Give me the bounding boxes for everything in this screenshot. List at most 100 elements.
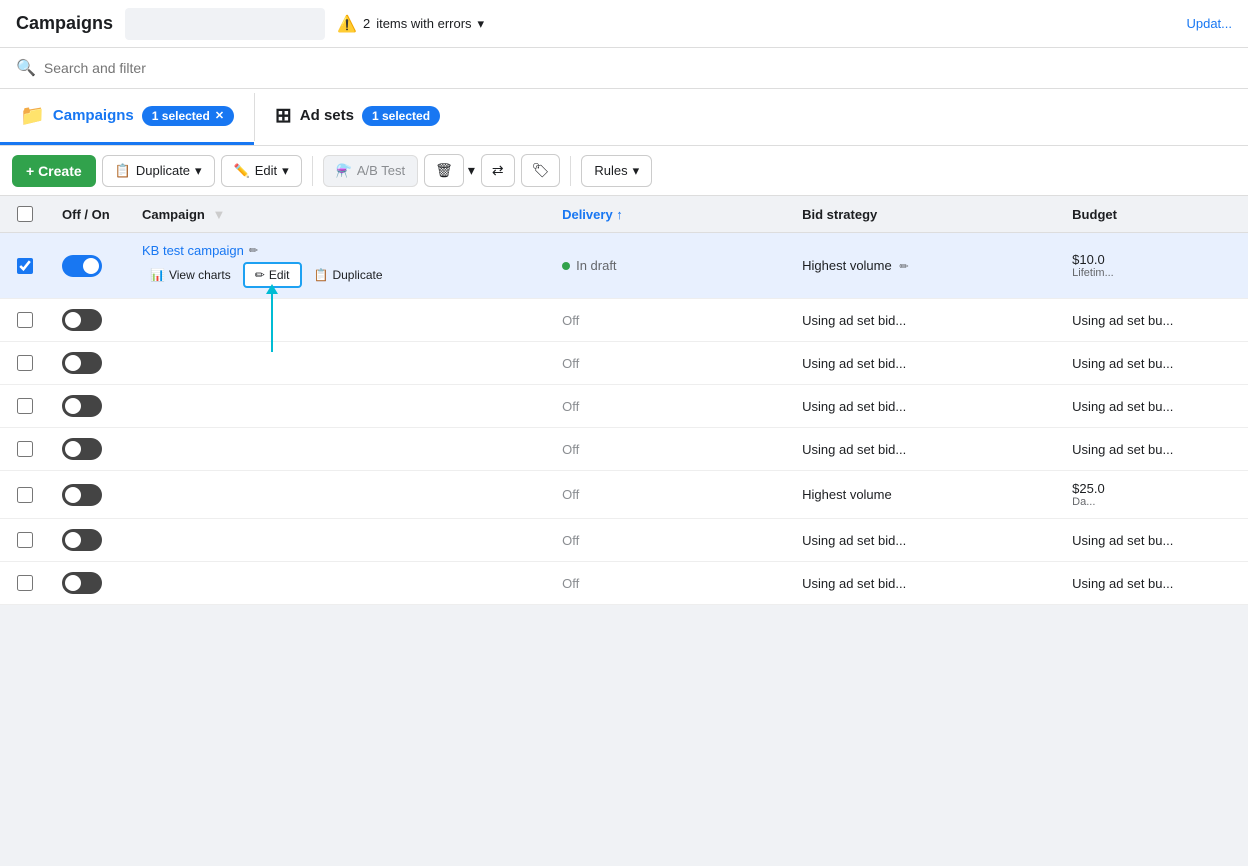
cyan-arrow-head bbox=[266, 284, 278, 294]
table-row: Off Using ad set bid... Using ad set bu.… bbox=[0, 519, 1248, 562]
clear-campaigns-selection[interactable]: ✕ bbox=[215, 109, 224, 122]
row5-campaign-cell bbox=[130, 428, 550, 471]
row5-budget: Using ad set bu... bbox=[1060, 428, 1248, 471]
row2-checkbox[interactable] bbox=[17, 312, 33, 328]
campaign-name-edit-icon[interactable]: ✏ bbox=[249, 244, 258, 257]
search-input[interactable] bbox=[44, 60, 1232, 76]
row5-bid: Using ad set bid... bbox=[790, 428, 1060, 471]
row7-delivery: Off bbox=[550, 519, 790, 562]
row3-checkbox[interactable] bbox=[17, 355, 33, 371]
duplicate-dropdown-icon[interactable]: ▾ bbox=[195, 163, 202, 179]
campaign-sort-icon[interactable]: ▼ bbox=[212, 207, 225, 222]
app-title: Campaigns bbox=[16, 13, 113, 34]
inline-actions-bar: 📊 View charts ✏ Edit bbox=[142, 262, 538, 288]
row4-budget: Using ad set bu... bbox=[1060, 385, 1248, 428]
row6-bid: Highest volume bbox=[790, 471, 1060, 519]
row1-toggle[interactable] bbox=[62, 255, 102, 277]
error-count: 2 bbox=[363, 16, 370, 31]
campaign-name-link[interactable]: KB test campaign ✏ bbox=[142, 243, 538, 258]
create-button[interactable]: + Create bbox=[12, 155, 96, 187]
pencil-icon: ✏ bbox=[255, 268, 265, 282]
adsets-tab-icon: ⊞ bbox=[275, 103, 292, 128]
campaigns-tab-icon: 📁 bbox=[20, 103, 45, 128]
campaigns-selected-count: 1 selected bbox=[152, 109, 210, 123]
chevron-down-icon: ▾ bbox=[478, 16, 485, 32]
tag-button[interactable]: 🏷 bbox=[521, 154, 561, 187]
table-row: Off Using ad set bid... Using ad set bu.… bbox=[0, 342, 1248, 385]
row5-toggle[interactable] bbox=[62, 438, 102, 460]
row2-campaign-cell bbox=[130, 299, 550, 342]
edit-dropdown-icon[interactable]: ▾ bbox=[282, 163, 289, 179]
row8-checkbox[interactable] bbox=[17, 575, 33, 591]
row3-delivery: Off bbox=[550, 342, 790, 385]
row4-toggle[interactable] bbox=[62, 395, 102, 417]
row2-bid: Using ad set bid... bbox=[790, 299, 1060, 342]
delete-dropdown-icon[interactable]: ▾ bbox=[468, 162, 475, 179]
row2-toggle[interactable] bbox=[62, 309, 102, 331]
row3-campaign-cell bbox=[130, 342, 550, 385]
row8-budget: Using ad set bu... bbox=[1060, 562, 1248, 605]
view-charts-button[interactable]: 📊 View charts bbox=[142, 264, 239, 286]
row7-bid: Using ad set bid... bbox=[790, 519, 1060, 562]
row8-toggle[interactable] bbox=[62, 572, 102, 594]
adsets-selected-badge: 1 selected bbox=[362, 106, 440, 126]
row1-campaign-cell: KB test campaign ✏ 📊 View charts ✏ bbox=[130, 233, 550, 299]
th-delivery[interactable]: Delivery ↑ bbox=[550, 196, 790, 233]
toolbar-separator-2 bbox=[570, 156, 571, 186]
row5-checkbox[interactable] bbox=[17, 441, 33, 457]
table-row: KB test campaign ✏ 📊 View charts ✏ bbox=[0, 233, 1248, 299]
row8-campaign-cell bbox=[130, 562, 550, 605]
search-icon: 🔍 bbox=[16, 58, 36, 78]
duplicate2-icon: 📋 bbox=[314, 268, 329, 282]
edit-icon: ✏️ bbox=[234, 163, 250, 179]
search-row: 🔍 bbox=[0, 48, 1248, 89]
campaigns-table: Off / On Campaign ▼ Delivery ↑ Bid strat… bbox=[0, 196, 1248, 605]
row4-delivery: Off bbox=[550, 385, 790, 428]
rules-button[interactable]: Rules ▾ bbox=[581, 155, 652, 187]
adsets-tab-label: Ad sets bbox=[300, 107, 354, 124]
table-row: Off Using ad set bid... Using ad set bu.… bbox=[0, 428, 1248, 471]
bar-chart-icon: 📊 bbox=[150, 268, 165, 282]
row1-checkbox[interactable] bbox=[17, 258, 33, 274]
breadcrumb-box bbox=[125, 8, 325, 40]
cyan-arrow-line bbox=[271, 292, 273, 352]
row6-toggle[interactable] bbox=[62, 484, 102, 506]
duplicate-button[interactable]: 📋 Duplicate ▾ bbox=[102, 155, 215, 187]
table-row: Off Highest volume $25.0 Da... bbox=[0, 471, 1248, 519]
rules-dropdown-icon[interactable]: ▾ bbox=[633, 163, 640, 179]
error-badge[interactable]: ⚠️ 2 items with errors ▾ bbox=[337, 14, 484, 34]
flask-icon: ⚗️ bbox=[336, 163, 352, 179]
row7-campaign-cell bbox=[130, 519, 550, 562]
table-row: Off Using ad set bid... Using ad set bu.… bbox=[0, 299, 1248, 342]
transfer-button[interactable]: ⇄ bbox=[481, 154, 515, 187]
row8-bid: Using ad set bid... bbox=[790, 562, 1060, 605]
tab-campaigns[interactable]: 📁 Campaigns 1 selected ✕ bbox=[0, 89, 254, 145]
inline-actions-container: 📊 View charts ✏ Edit bbox=[142, 262, 538, 288]
row3-toggle[interactable] bbox=[62, 352, 102, 374]
row1-toggle-cell bbox=[50, 233, 130, 299]
table-header-row: Off / On Campaign ▼ Delivery ↑ Bid strat… bbox=[0, 196, 1248, 233]
ab-test-button[interactable]: ⚗️ A/B Test bbox=[323, 155, 418, 187]
row1-bid-cell: Highest volume ✏ bbox=[790, 233, 1060, 299]
row8-delivery: Off bbox=[550, 562, 790, 605]
row6-checkbox[interactable] bbox=[17, 487, 33, 503]
row3-budget: Using ad set bu... bbox=[1060, 342, 1248, 385]
row5-delivery: Off bbox=[550, 428, 790, 471]
adsets-selected-count: 1 selected bbox=[372, 109, 430, 123]
tab-adsets[interactable]: ⊞ Ad sets 1 selected bbox=[255, 89, 460, 145]
inline-edit-button[interactable]: ✏ Edit bbox=[243, 262, 302, 288]
toolbar-separator-1 bbox=[312, 156, 313, 186]
bid-edit-icon[interactable]: ✏ bbox=[899, 261, 908, 273]
row7-toggle[interactable] bbox=[62, 529, 102, 551]
delete-button[interactable]: 🗑 bbox=[424, 154, 464, 187]
row2-delivery: Off bbox=[550, 299, 790, 342]
th-bid-strategy: Bid strategy bbox=[790, 196, 1060, 233]
edit-button[interactable]: ✏️ Edit ▾ bbox=[221, 155, 302, 187]
th-budget: Budget bbox=[1060, 196, 1248, 233]
row4-bid: Using ad set bid... bbox=[790, 385, 1060, 428]
inline-duplicate-button[interactable]: 📋 Duplicate bbox=[306, 264, 391, 286]
row4-checkbox[interactable] bbox=[17, 398, 33, 414]
select-all-checkbox[interactable] bbox=[17, 206, 33, 222]
row7-checkbox[interactable] bbox=[17, 532, 33, 548]
update-button[interactable]: Updat... bbox=[1186, 16, 1232, 31]
